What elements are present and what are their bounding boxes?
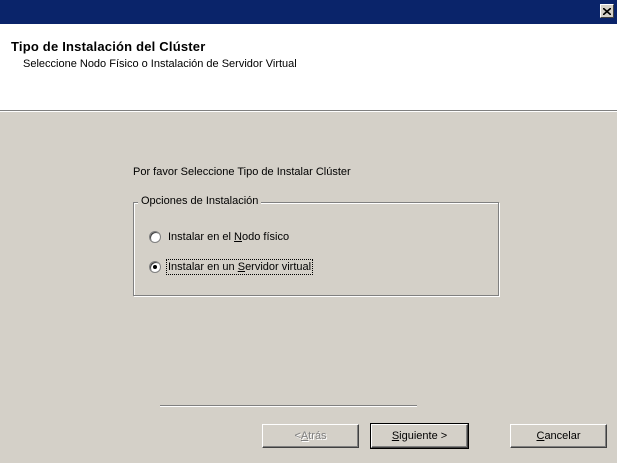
radio-physical-node-label[interactable]: Instalar en el Nodo físico <box>168 231 289 243</box>
button-text: iguiente > <box>399 430 448 442</box>
wizard-header: Tipo de Instalación del Clúster Seleccio… <box>0 24 617 110</box>
button-text: ancelar <box>544 430 581 442</box>
accelerator-key: C <box>536 430 545 442</box>
label-text: ervidor virtual <box>245 261 312 273</box>
radio-virtual-server-label[interactable]: Instalar en un Servidor virtual <box>165 259 314 275</box>
accelerator-key: S <box>391 430 400 442</box>
label-text: Instalar en el <box>168 231 235 243</box>
accelerator-key: S <box>237 261 246 273</box>
button-text: trás <box>308 430 327 442</box>
accelerator-key: N <box>234 231 242 243</box>
accelerator-key: A <box>300 430 309 442</box>
cancel-button[interactable]: Cancelar <box>510 424 607 448</box>
close-button[interactable] <box>600 4 614 18</box>
label-text: odo físico <box>242 231 290 243</box>
title-bar <box>0 0 617 24</box>
back-button[interactable]: < Atrás <box>262 424 359 448</box>
radio-button-checked[interactable] <box>149 261 161 273</box>
install-options-group <box>133 202 499 296</box>
footer-divider <box>160 405 417 407</box>
close-icon <box>603 7 611 15</box>
install-type-prompt: Por favor Seleccione Tipo de Instalar Cl… <box>133 166 351 178</box>
page-subtitle: Seleccione Nodo Físico o Instalación de … <box>23 58 297 70</box>
next-button[interactable]: Siguiente > <box>370 423 469 449</box>
radio-physical-node[interactable]: Instalar en el Nodo físico <box>149 231 289 243</box>
install-options-legend: Opciones de Instalación <box>138 195 262 207</box>
radio-button-unchecked[interactable] <box>149 231 161 243</box>
label-text: Instalar en un <box>168 261 238 273</box>
radio-virtual-server[interactable]: Instalar en un Servidor virtual <box>149 259 314 275</box>
header-divider <box>0 110 617 112</box>
page-title: Tipo de Instalación del Clúster <box>11 39 206 54</box>
